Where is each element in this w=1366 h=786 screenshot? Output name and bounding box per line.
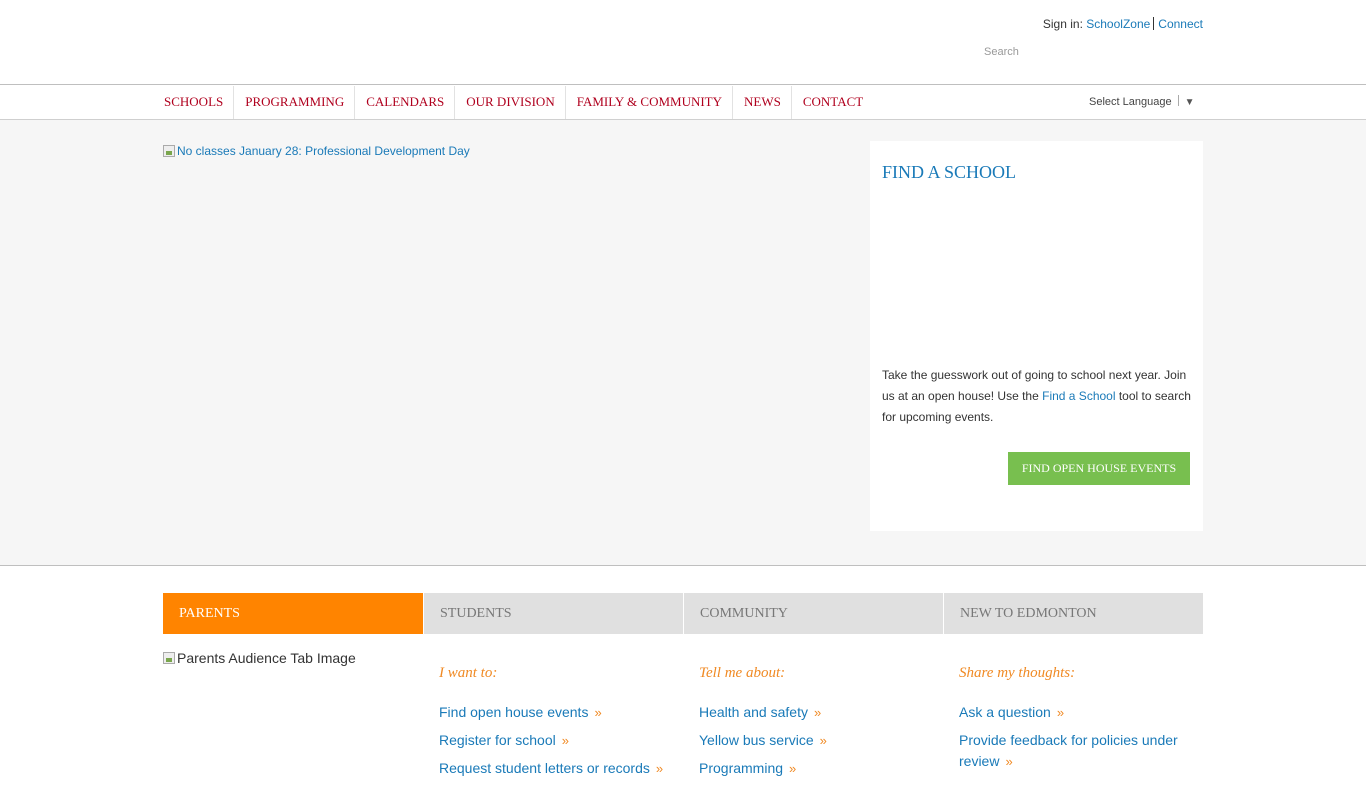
language-label: Select Language (1089, 96, 1172, 108)
find-a-school-panel: FIND A SCHOOL Take the guesswork out of … (870, 141, 1203, 531)
hero-image-alt: No classes January 28: Professional Deve… (177, 144, 470, 158)
nav-calendars[interactable]: CALENDARS (355, 86, 456, 119)
chevron-right-icon: » (813, 705, 822, 720)
link-ask-a-question[interactable]: Ask a question (959, 704, 1051, 720)
column-heading: I want to: (439, 665, 498, 681)
column-heading: Share my thoughts: (959, 665, 1076, 681)
nav-programming[interactable]: PROGRAMMING (234, 86, 356, 119)
language-selector[interactable]: Select Language ▼ (1089, 95, 1194, 108)
broken-image-icon (163, 652, 175, 664)
column-heading: Tell me about: (699, 665, 786, 681)
chevron-right-icon: » (594, 705, 602, 720)
list-item: Find open house events » (439, 702, 699, 723)
find-a-school-title: FIND A SCHOOL (882, 162, 1017, 182)
link-programming[interactable]: Programming (699, 760, 783, 776)
list-item: Ask a question » (959, 702, 1203, 723)
list-item: Request student letters or records » (439, 758, 699, 779)
link-health-and-safety[interactable]: Health and safety (699, 704, 808, 720)
connect-link[interactable]: Connect (1158, 17, 1203, 31)
divider (1153, 17, 1155, 30)
audience-tabs: PARENTS STUDENTS COMMUNITY NEW TO EDMONT… (163, 593, 1203, 634)
main-nav: SCHOOLS PROGRAMMING CALENDARS OUR DIVISI… (153, 86, 874, 120)
main-navigation-bar: SCHOOLS PROGRAMMING CALENDARS OUR DIVISI… (0, 86, 1366, 120)
nav-schools[interactable]: SCHOOLS (153, 86, 235, 119)
nav-our-division[interactable]: OUR DIVISION (455, 86, 566, 119)
tab-parents[interactable]: PARENTS (163, 593, 423, 634)
link-register-for-school[interactable]: Register for school (439, 732, 556, 748)
broken-image-icon (163, 145, 175, 157)
nav-contact[interactable]: CONTACT (792, 86, 873, 119)
list-item: Yellow bus service » (699, 730, 959, 751)
chevron-down-icon: ▼ (1184, 97, 1195, 108)
chevron-right-icon: » (819, 733, 827, 748)
chevron-right-icon: » (789, 761, 797, 776)
chevron-right-icon: » (561, 733, 569, 748)
hero-image-link[interactable]: No classes January 28: Professional Deve… (163, 144, 470, 158)
top-bar: Sign in: SchoolZone Connect (0, 0, 1366, 85)
parents-tab-image: Parents Audience Tab Image (163, 650, 356, 666)
tab-students[interactable]: STUDENTS (423, 593, 683, 634)
nav-family-community[interactable]: FAMILY & COMMUNITY (566, 86, 734, 119)
parents-tab-image-alt: Parents Audience Tab Image (177, 650, 356, 666)
nav-news[interactable]: NEWS (733, 86, 792, 119)
divider (1177, 95, 1179, 106)
sign-in-label: Sign in: (1042, 17, 1083, 31)
tab-new-to-edmonton[interactable]: NEW TO EDMONTON (943, 593, 1203, 634)
list-item: Register for school » (439, 730, 699, 751)
list-item: Programming » (699, 758, 959, 779)
link-request-student-letters[interactable]: Request student letters or records (439, 760, 650, 776)
schoolzone-link[interactable]: SchoolZone (1086, 17, 1150, 31)
link-find-open-house-events[interactable]: Find open house events (439, 704, 588, 720)
chevron-right-icon: » (655, 761, 664, 776)
share-my-thoughts-column: Share my thoughts: Ask a question » Provi… (959, 665, 1203, 779)
link-yellow-bus-service[interactable]: Yellow bus service (699, 732, 814, 748)
link-provide-feedback[interactable]: Provide feedback for policies under revi… (959, 732, 1178, 769)
hero-section: No classes January 28: Professional Deve… (0, 120, 1366, 566)
list-item: Provide feedback for policies under revi… (959, 730, 1203, 772)
chevron-right-icon: » (1005, 754, 1013, 769)
find-open-house-events-button[interactable]: FIND OPEN HOUSE EVENTS (1008, 452, 1190, 485)
chevron-right-icon: » (1056, 705, 1065, 720)
tab-community[interactable]: COMMUNITY (683, 593, 943, 634)
find-a-school-link[interactable]: Find a School (1042, 389, 1115, 403)
sign-in-area: Sign in: SchoolZone Connect (1043, 17, 1203, 31)
find-a-school-text: Take the guesswork out of going to schoo… (882, 365, 1194, 428)
search-input[interactable] (978, 43, 1203, 61)
list-item: Health and safety » (699, 702, 959, 723)
